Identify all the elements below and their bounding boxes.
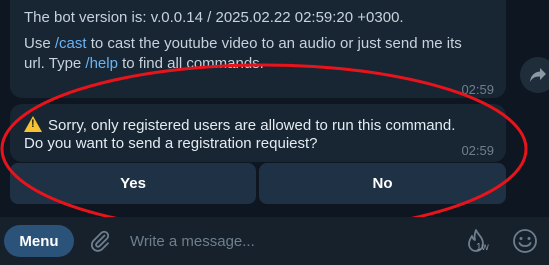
help-command-link[interactable]: /help bbox=[85, 55, 118, 72]
usage-suffix: to cast the youtube video to an audio or… bbox=[86, 35, 462, 52]
help-line: url. Type /help to find all commands. bbox=[24, 54, 264, 74]
message-time: 02:59 bbox=[461, 143, 494, 158]
emoji-icon[interactable] bbox=[511, 227, 539, 255]
usage-line: Use /cast to cast the youtube video to a… bbox=[24, 34, 462, 54]
warning-icon bbox=[24, 116, 42, 132]
help-suffix: to find all commands. bbox=[117, 55, 264, 72]
message-input[interactable] bbox=[130, 229, 450, 253]
cast-command-link[interactable]: /cast bbox=[55, 35, 87, 52]
boost-label: 1w bbox=[476, 242, 489, 253]
usage-prefix: Use bbox=[24, 35, 55, 52]
menu-button[interactable]: Menu bbox=[4, 225, 74, 257]
bot-info-message: The bot version is: v.0.0.14 / 2025.02.2… bbox=[10, 0, 506, 98]
forward-button[interactable] bbox=[520, 57, 549, 93]
notice-line-2: Do you want to send a registration requi… bbox=[24, 135, 318, 152]
forward-icon bbox=[530, 68, 546, 82]
registration-notice-message: Sorry, only registered users are allowed… bbox=[10, 104, 506, 162]
paperclip-icon[interactable] bbox=[88, 229, 112, 253]
version-line: The bot version is: v.0.0.14 / 2025.02.2… bbox=[24, 9, 404, 26]
help-prefix: url. Type bbox=[24, 55, 86, 72]
yes-button[interactable]: Yes bbox=[10, 163, 256, 204]
message-time: 02:59 bbox=[461, 82, 494, 97]
message-composer: Menu 1w bbox=[0, 217, 549, 265]
chat-area: The bot version is: v.0.0.14 / 2025.02.2… bbox=[0, 0, 549, 217]
no-button[interactable]: No bbox=[259, 163, 506, 204]
notice-line-1: Sorry, only registered users are allowed… bbox=[24, 114, 455, 136]
notice-text-1: Sorry, only registered users are allowed… bbox=[48, 117, 456, 134]
